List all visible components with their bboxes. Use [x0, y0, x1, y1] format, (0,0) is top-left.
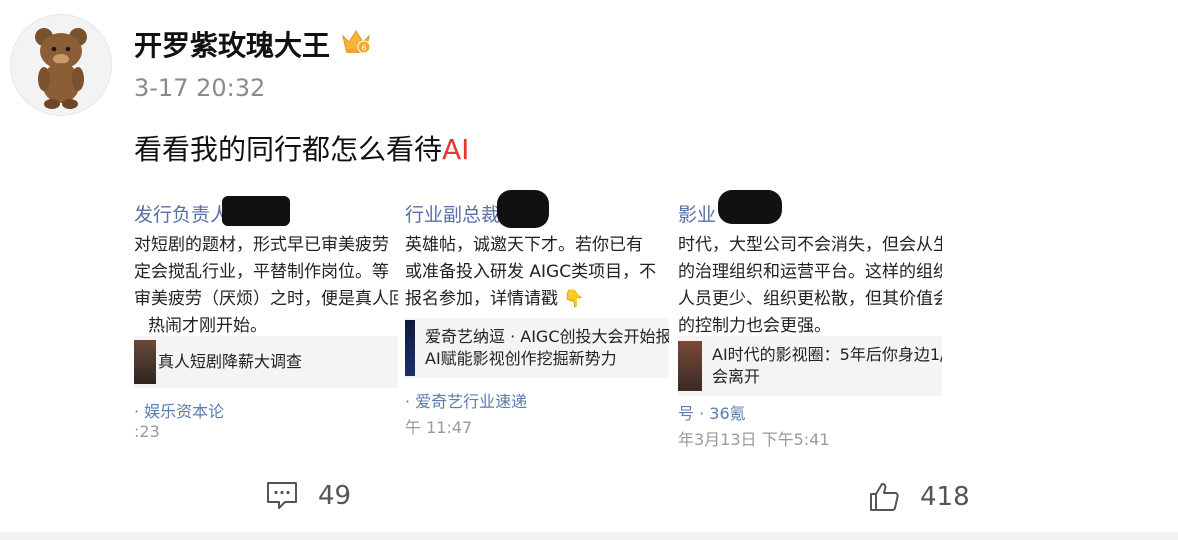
- screenshot-card-1[interactable]: 发行负责人 对短剧的题材，形式早已审美疲劳 定会搅乱行业，平替制作岗位。等 审美…: [134, 190, 398, 450]
- screenshot-card-2[interactable]: 行业副总裁 英雄帖，诚邀天下才。若你已有 或准备投入研发 AIGC类项目，不 报…: [405, 190, 669, 450]
- link-thumbnail: [134, 340, 156, 384]
- post-text-main: 看看我的同行都怎么看待: [134, 133, 443, 166]
- card-title: 影业: [678, 204, 717, 226]
- footer-divider: [0, 532, 1178, 540]
- link-title: AI时代的影视圈：5年后你身边1/3 会离开: [712, 344, 942, 388]
- post-text-highlight[interactable]: AI: [442, 133, 469, 166]
- card-timestamp: 午 11:47: [405, 418, 473, 437]
- card-line: 定会搅乱行业，平替制作岗位。等: [134, 262, 389, 282]
- card-line: 报名参加，详情请戳 👇: [405, 289, 585, 309]
- card-title: 发行负责人: [134, 204, 230, 226]
- card-timestamp: :23: [134, 422, 160, 441]
- card-source: · 爱奇艺行业速递: [405, 392, 528, 411]
- card-source: 号 · 36氪: [678, 404, 746, 423]
- card-link-preview[interactable]: 爱奇艺纳逗 · AIGC创投大会开始报 AI赋能影视创作挖掘新势力: [405, 318, 669, 378]
- redacted-name: [718, 190, 782, 224]
- redacted-name: [497, 190, 549, 228]
- comment-icon: [267, 482, 297, 509]
- post-text: 看看我的同行都怎么看待AI: [134, 128, 469, 168]
- card-link-preview[interactable]: AI时代的影视圈：5年后你身边1/3 会离开: [678, 336, 942, 396]
- card-line: 审美疲劳（厌烦）之时，便是真人回: [134, 289, 398, 309]
- card-line: 对短剧的题材，形式早已审美疲劳: [134, 235, 389, 255]
- card-body: 对短剧的题材，形式早已审美疲劳 定会搅乱行业，平替制作岗位。等 审美疲劳（厌烦）…: [134, 232, 398, 340]
- author-name[interactable]: 开罗紫玫瑰大王: [134, 24, 330, 64]
- link-title: 爱奇艺纳逗 · AIGC创投大会开始报 AI赋能影视创作挖掘新势力: [425, 326, 669, 370]
- avatar[interactable]: [10, 14, 112, 116]
- card-line: 的治理组织和运营平台。这样的组织: [678, 262, 942, 282]
- screenshot-card-3[interactable]: 影业 时代，大型公司不会消失，但会从生 的治理组织和运营平台。这样的组织 人员更…: [678, 190, 942, 450]
- link-title-line: 会离开: [712, 367, 761, 386]
- post-timestamp: 3-17 20:32: [134, 74, 266, 102]
- card-timestamp: 年3月13日 下午5:41: [678, 430, 830, 449]
- card-line: 英雄帖，诚邀天下才。若你已有: [405, 235, 643, 255]
- like-count: 418: [920, 482, 970, 512]
- teddy-bear-avatar-icon: [35, 28, 87, 109]
- card-source: · 娱乐资本论: [134, 402, 225, 421]
- card-link-preview[interactable]: 真人短剧降薪大调查: [134, 336, 398, 388]
- comment-button[interactable]: 49: [266, 480, 351, 512]
- link-title-line: 爱奇艺纳逗 · AIGC创投大会开始报: [425, 327, 669, 346]
- link-title-line: AI时代的影视圈：5年后你身边1/3: [712, 345, 942, 364]
- link-thumbnail: [405, 320, 415, 376]
- link-title: 真人短剧降薪大调查: [158, 352, 303, 371]
- thumbs-up-icon: [870, 483, 899, 511]
- card-line: 或准备投入研发 AIGC类项目，不: [405, 262, 657, 282]
- card-body: 时代，大型公司不会消失，但会从生 的治理组织和运营平台。这样的组织 人员更少、组…: [678, 232, 942, 340]
- redacted-name: [222, 196, 290, 226]
- comment-count: 49: [318, 481, 352, 511]
- like-button[interactable]: 418: [868, 480, 970, 514]
- link-title-line: AI赋能影视创作挖掘新势力: [425, 349, 617, 368]
- crown-badge-icon[interactable]: 6: [340, 26, 372, 56]
- link-thumbnail: [678, 341, 702, 391]
- card-line: 时代，大型公司不会消失，但会从生: [678, 235, 942, 255]
- svg-text:6: 6: [361, 44, 366, 53]
- card-line: 人员更少、组织更松散，但其价值会: [678, 289, 942, 309]
- card-body: 英雄帖，诚邀天下才。若你已有 或准备投入研发 AIGC类项目，不 报名参加，详情…: [405, 232, 669, 313]
- card-title: 行业副总裁: [405, 204, 501, 226]
